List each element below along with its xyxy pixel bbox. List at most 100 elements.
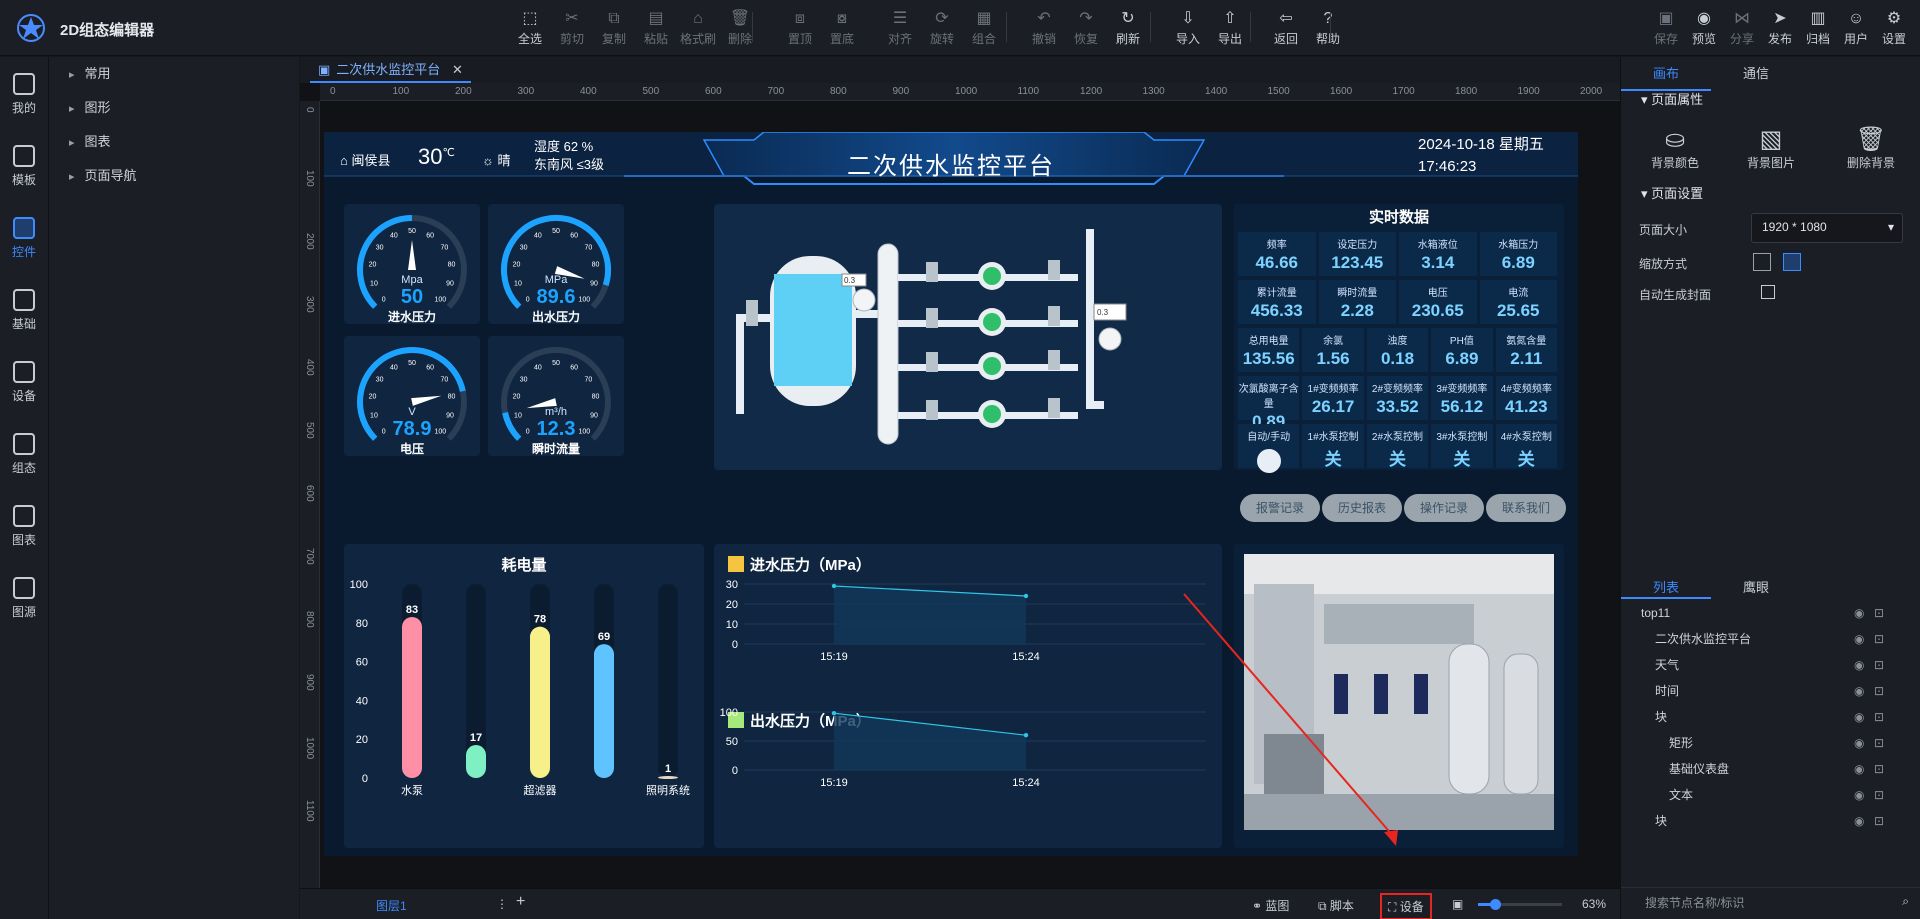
layer-item[interactable]: 二次供水监控平台 ◉ ⊡	[1621, 626, 1920, 652]
realtime-cell[interactable]: 2#水泵控制关	[1366, 424, 1429, 469]
bg-image-button[interactable]: ▧ 背景图片	[1741, 125, 1801, 171]
category-common[interactable]: 常用	[69, 63, 111, 82]
toolbar-rotate-button[interactable]: ⟳ 旋转	[922, 8, 962, 52]
eye-icon[interactable]: ◉	[1854, 756, 1864, 782]
tab-canvas[interactable]: 画布	[1621, 57, 1711, 91]
script-button[interactable]: ⧉ 脚本	[1318, 897, 1354, 914]
toolbar-refresh-button[interactable]: ↻ 刷新	[1108, 8, 1148, 52]
device-button[interactable]: ⛶ 设备	[1380, 893, 1432, 919]
rail-item-device[interactable]: 设备	[0, 345, 48, 413]
layer-item[interactable]: top11 ◉ ⊡	[1621, 600, 1920, 626]
toolbar-settings-button[interactable]: ⚙ 设置	[1874, 8, 1914, 52]
eye-icon[interactable]: ◉	[1854, 652, 1864, 678]
tab-eagle-eye[interactable]: 鹰眼	[1711, 577, 1801, 599]
toolbar-help-button[interactable]: ? 帮助	[1308, 8, 1348, 52]
eye-icon[interactable]: ◉	[1854, 678, 1864, 704]
lock-icon[interactable]: ⊡	[1874, 678, 1884, 704]
tab-communication[interactable]: 通信	[1711, 57, 1801, 91]
tab-dashboard[interactable]: ▣ 二次供水监控平台 ✕	[310, 57, 471, 83]
toolbar-cut-button[interactable]: ✂ 剪切	[552, 8, 592, 52]
lock-icon[interactable]: ⊡	[1874, 600, 1884, 626]
action-button[interactable]: 操作记录	[1404, 494, 1484, 522]
toggle-icon[interactable]	[1256, 449, 1281, 473]
eye-icon[interactable]: ◉	[1854, 730, 1864, 756]
layer-tab[interactable]: 图层1	[376, 897, 407, 914]
layer-item[interactable]: 时间 ◉ ⊡	[1621, 678, 1920, 704]
rail-item-config[interactable]: 组态	[0, 417, 48, 485]
toolbar-paste-button[interactable]: ▤ 粘贴	[636, 8, 676, 52]
blueprint-button[interactable]: ⚭ 蓝图	[1252, 897, 1289, 914]
layer-item[interactable]: 基础仪表盘 ◉ ⊡	[1621, 756, 1920, 782]
toolbar-archive-button[interactable]: ▥ 归档	[1798, 8, 1838, 52]
lock-icon[interactable]: ⊡	[1874, 704, 1884, 730]
layer-item[interactable]: 天气 ◉ ⊡	[1621, 652, 1920, 678]
toolbar-group-button[interactable]: ▦ 组合	[964, 8, 1004, 52]
toolbar-format-brush-button[interactable]: ⌂ 格式刷	[678, 8, 718, 52]
eye-icon[interactable]: ◉	[1854, 782, 1864, 808]
toolbar-share-button[interactable]: ⋈ 分享	[1722, 8, 1762, 52]
toolbar-copy-button[interactable]: ⧉ 复制	[594, 8, 634, 52]
action-button[interactable]: 联系我们	[1486, 494, 1566, 522]
dashboard-canvas[interactable]: 二次供水监控平台 ⌂ 闽侯县 30℃ ☼ 晴 湿度 62 % 东南风 ≤3级 20…	[324, 132, 1578, 856]
eye-icon[interactable]: ◉	[1854, 704, 1864, 730]
toolbar-send-bottom-button[interactable]: ⧇ 置底	[822, 8, 862, 52]
tab-list[interactable]: 列表	[1621, 577, 1711, 599]
add-layer-icon[interactable]: +	[516, 893, 525, 911]
toolbar-align-button[interactable]: ☰ 对齐	[880, 8, 920, 52]
realtime-cell[interactable]: 自动/手动	[1238, 424, 1300, 473]
delete-bg-button[interactable]: 🗑 删除背景	[1841, 125, 1901, 171]
layer-item[interactable]: 块 ◉ ⊡	[1621, 808, 1920, 834]
category-shapes[interactable]: 图形	[69, 97, 111, 116]
action-button[interactable]: 报警记录	[1240, 494, 1320, 522]
rail-item-controls[interactable]: 控件	[0, 201, 48, 269]
page-size-select[interactable]: 1920 * 1080 ▾	[1751, 213, 1903, 243]
layer-item[interactable]: 块 ◉ ⊡	[1621, 704, 1920, 730]
layer-item[interactable]: 文本 ◉ ⊡	[1621, 782, 1920, 808]
toolbar-back-button[interactable]: ⇦ 返回	[1266, 8, 1306, 52]
toolbar-delete-button[interactable]: 🗑 删除	[720, 8, 760, 52]
eye-icon[interactable]: ◉	[1854, 600, 1864, 626]
toolbar-select-all-button[interactable]: ⬚ 全选	[510, 8, 550, 52]
toolbar-user-button[interactable]: ☺ 用户	[1836, 8, 1876, 52]
toolbar-undo-button[interactable]: ↶ 撤销	[1024, 8, 1064, 52]
category-charts[interactable]: 图表	[69, 131, 111, 150]
eye-icon[interactable]: ◉	[1854, 808, 1864, 834]
auto-cover-checkbox[interactable]	[1761, 285, 1775, 299]
realtime-cell[interactable]: 4#水泵控制关	[1495, 424, 1557, 469]
close-icon[interactable]: ✕	[452, 62, 463, 77]
realtime-cell[interactable]: 1#水泵控制关	[1302, 424, 1364, 469]
realtime-cell[interactable]: 3#水泵控制关	[1431, 424, 1493, 469]
lock-icon[interactable]: ⊡	[1874, 730, 1884, 756]
more-vert-icon[interactable]: ⋮	[496, 897, 508, 911]
rail-item-basic[interactable]: 基础	[0, 273, 48, 341]
toolbar-preview-button[interactable]: ◉ 预览	[1684, 8, 1724, 52]
toolbar-import-button[interactable]: ⇩ 导入	[1168, 8, 1208, 52]
lock-icon[interactable]: ⊡	[1874, 756, 1884, 782]
toolbar-save-button[interactable]: ▣ 保存	[1646, 8, 1686, 52]
page-props-header[interactable]: ▾ 页面属性	[1641, 89, 1703, 108]
layer-item[interactable]: 矩形 ◉ ⊡	[1621, 730, 1920, 756]
fill-screen-icon[interactable]	[1783, 253, 1801, 271]
fit-screen-icon[interactable]	[1753, 253, 1771, 271]
ruler-tick-label: 700	[767, 86, 785, 97]
rail-item-image-source[interactable]: 图源	[0, 561, 48, 629]
bg-color-button[interactable]: ⛀ 背景颜色	[1645, 125, 1705, 171]
lock-icon[interactable]: ⊡	[1874, 782, 1884, 808]
toolbar-export-button[interactable]: ⇧ 导出	[1210, 8, 1250, 52]
lock-icon[interactable]: ⊡	[1874, 652, 1884, 678]
page-settings-header[interactable]: ▾ 页面设置	[1641, 183, 1703, 202]
toolbar-bring-top-button[interactable]: ⧈ 置顶	[780, 8, 820, 52]
lock-icon[interactable]: ⊡	[1874, 626, 1884, 652]
toolbar-redo-button[interactable]: ↷ 恢复	[1066, 8, 1106, 52]
layer-search-field[interactable]: 搜索节点名称/标识 ⌕	[1621, 887, 1920, 917]
rail-item-template[interactable]: 模板	[0, 129, 48, 197]
category-page-nav[interactable]: 页面导航	[69, 165, 137, 184]
fit-view-icon[interactable]: ▣	[1452, 897, 1463, 911]
rail-item-user[interactable]: 我的	[0, 57, 48, 125]
toolbar-publish-button[interactable]: ➤ 发布	[1760, 8, 1800, 52]
zoom-slider[interactable]	[1478, 899, 1562, 910]
action-button[interactable]: 历史报表	[1322, 494, 1402, 522]
lock-icon[interactable]: ⊡	[1874, 808, 1884, 834]
rail-item-chart[interactable]: 图表	[0, 489, 48, 557]
eye-icon[interactable]: ◉	[1854, 626, 1864, 652]
